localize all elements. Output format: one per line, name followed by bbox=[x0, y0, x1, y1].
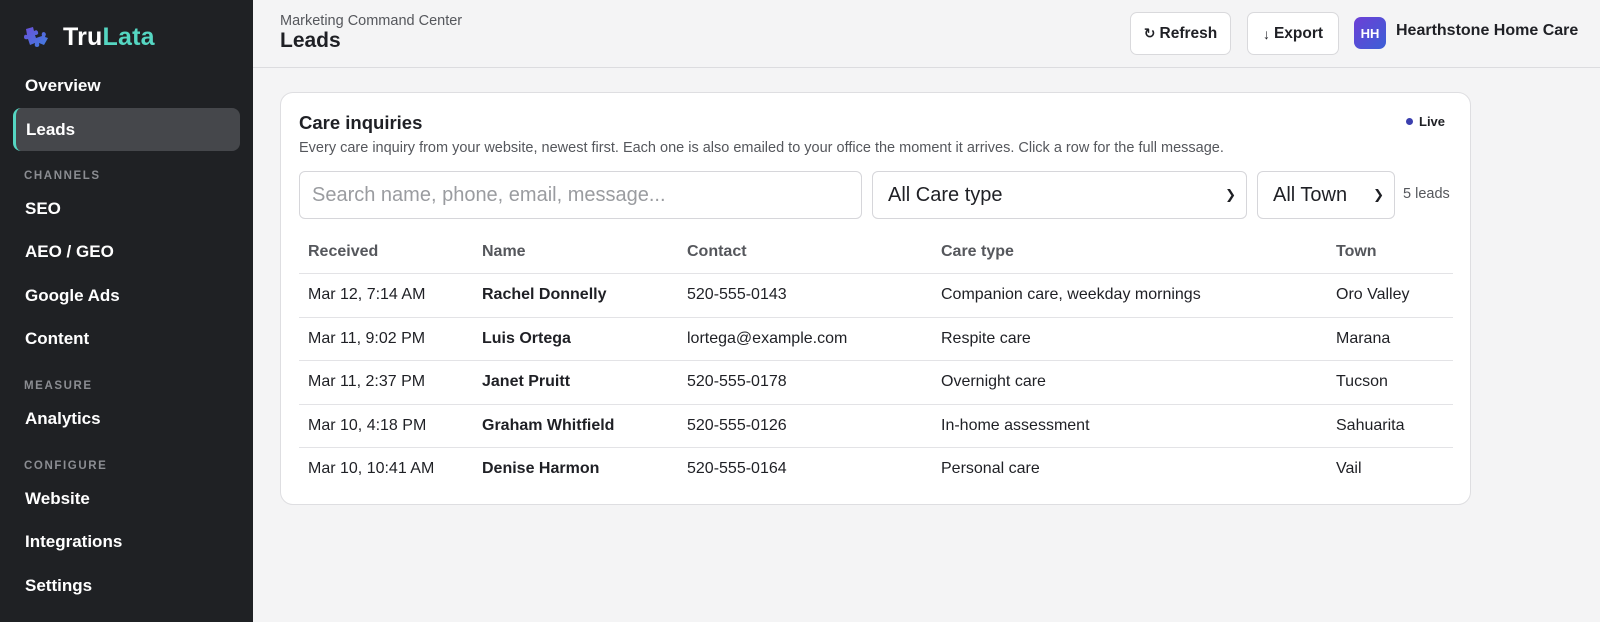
cell-contact: lortega@example.com bbox=[687, 329, 848, 347]
lead-count: 5 leads bbox=[1403, 186, 1450, 202]
table-row[interactable]: Mar 10, 4:18 PM Graham Whitfield 520-555… bbox=[299, 405, 1453, 448]
sidebar-section-measure: MEASURE bbox=[24, 380, 93, 392]
cell-care-type: Personal care bbox=[941, 460, 1040, 477]
leads-table: Received Name Contact Care type Town Mar… bbox=[299, 230, 1453, 492]
search-input[interactable] bbox=[299, 171, 862, 219]
care-inquiries-card: Care inquiries Every care inquiry from y… bbox=[280, 92, 1471, 505]
cell-care-type: Companion care, weekday mornings bbox=[941, 286, 1201, 303]
care-type-select-value: All Care type bbox=[888, 183, 1003, 206]
breadcrumb[interactable]: Marketing Command Center bbox=[280, 13, 462, 29]
refresh-label: Refresh bbox=[1159, 24, 1218, 42]
download-icon: ↓ bbox=[1262, 25, 1270, 42]
live-dot-icon bbox=[1406, 118, 1413, 125]
org-name[interactable]: Hearthstone Home Care bbox=[1396, 22, 1578, 40]
avatar[interactable]: HH bbox=[1354, 17, 1386, 49]
sidebar-item-overview[interactable]: Overview bbox=[13, 64, 240, 107]
sidebar: TruLata Overview Leads CHANNELS SEO AEO … bbox=[0, 0, 253, 622]
col-header-town[interactable]: Town bbox=[1336, 243, 1377, 261]
col-header-received[interactable]: Received bbox=[308, 243, 378, 261]
live-label: Live bbox=[1419, 114, 1446, 129]
puzzle-logo-icon bbox=[24, 27, 48, 47]
export-button[interactable]: ↓ Export bbox=[1247, 12, 1339, 55]
sidebar-item-google-ads[interactable]: Google Ads bbox=[13, 274, 240, 317]
cell-name: Graham Whitfield bbox=[482, 416, 615, 434]
col-header-name[interactable]: Name bbox=[482, 243, 526, 261]
page-title: Leads bbox=[280, 29, 341, 52]
sidebar-item-seo[interactable]: SEO bbox=[13, 187, 240, 230]
cell-name: Rachel Donnelly bbox=[482, 286, 607, 303]
cell-contact: 520-555-0178 bbox=[687, 373, 787, 390]
table-row[interactable]: Mar 12, 7:14 AM Rachel Donnelly 520-555-… bbox=[299, 274, 1453, 318]
cell-town: Vail bbox=[1336, 460, 1362, 477]
town-select[interactable]: All Town ❯ bbox=[1257, 171, 1395, 219]
card-title: Care inquiries bbox=[299, 112, 423, 133]
cell-care-type: Overnight care bbox=[941, 373, 1046, 390]
cell-town: Oro Valley bbox=[1336, 286, 1410, 303]
col-header-care-type[interactable]: Care type bbox=[941, 243, 1014, 261]
cell-name: Denise Harmon bbox=[482, 460, 600, 477]
table-row[interactable]: Mar 11, 2:37 PM Janet Pruitt 520-555-017… bbox=[299, 361, 1453, 405]
cell-received: Mar 10, 10:41 AM bbox=[308, 460, 435, 477]
col-header-contact[interactable]: Contact bbox=[687, 243, 747, 261]
table-header: Received Name Contact Care type Town bbox=[299, 230, 1453, 274]
chevron-down-icon: ❯ bbox=[1373, 187, 1384, 202]
cell-name: Janet Pruitt bbox=[482, 373, 571, 390]
cell-received: Mar 11, 9:02 PM bbox=[308, 329, 426, 347]
sidebar-item-integrations[interactable]: Integrations bbox=[13, 520, 240, 563]
cell-town: Sahuarita bbox=[1336, 416, 1405, 434]
sidebar-section-configure: CONFIGURE bbox=[24, 460, 108, 472]
sidebar-item-analytics[interactable]: Analytics bbox=[13, 397, 240, 440]
card-subtitle: Every care inquiry from your website, ne… bbox=[299, 140, 1224, 156]
sidebar-item-content[interactable]: Content bbox=[13, 317, 240, 360]
sidebar-item-settings[interactable]: Settings bbox=[13, 564, 240, 607]
topbar: Marketing Command Center Leads ↻ Refresh… bbox=[253, 0, 1600, 68]
brand[interactable]: TruLata bbox=[22, 22, 155, 52]
care-type-select[interactable]: All Care type ❯ bbox=[872, 171, 1247, 219]
sidebar-item-website[interactable]: Website bbox=[13, 477, 240, 520]
cell-care-type: In-home assessment bbox=[941, 416, 1090, 434]
cell-contact: 520-555-0164 bbox=[687, 460, 787, 477]
cell-contact: 520-555-0143 bbox=[687, 286, 787, 303]
cell-name: Luis Ortega bbox=[482, 329, 571, 347]
cell-received: Mar 12, 7:14 AM bbox=[308, 286, 426, 303]
table-row[interactable]: Mar 10, 10:41 AM Denise Harmon 520-555-0… bbox=[299, 448, 1453, 492]
export-label: Export bbox=[1273, 24, 1324, 42]
refresh-icon: ↻ bbox=[1143, 25, 1156, 41]
live-badge: Live bbox=[1406, 114, 1445, 129]
sidebar-item-leads[interactable]: Leads bbox=[13, 108, 240, 151]
refresh-button[interactable]: ↻ Refresh bbox=[1130, 12, 1231, 55]
cell-town: Marana bbox=[1336, 329, 1391, 347]
cell-town: Tucson bbox=[1336, 373, 1388, 390]
cell-received: Mar 10, 4:18 PM bbox=[308, 416, 427, 434]
brand-name: TruLata bbox=[63, 22, 155, 51]
cell-received: Mar 11, 2:37 PM bbox=[308, 373, 426, 390]
table-row[interactable]: Mar 11, 9:02 PM Luis Ortega lortega@exam… bbox=[299, 318, 1453, 361]
chevron-down-icon: ❯ bbox=[1225, 187, 1236, 202]
cell-care-type: Respite care bbox=[941, 329, 1031, 347]
town-select-value: All Town bbox=[1273, 183, 1348, 206]
cell-contact: 520-555-0126 bbox=[687, 416, 787, 434]
sidebar-item-aeo-geo[interactable]: AEO / GEO bbox=[13, 230, 240, 273]
sidebar-section-channels: CHANNELS bbox=[24, 170, 101, 182]
